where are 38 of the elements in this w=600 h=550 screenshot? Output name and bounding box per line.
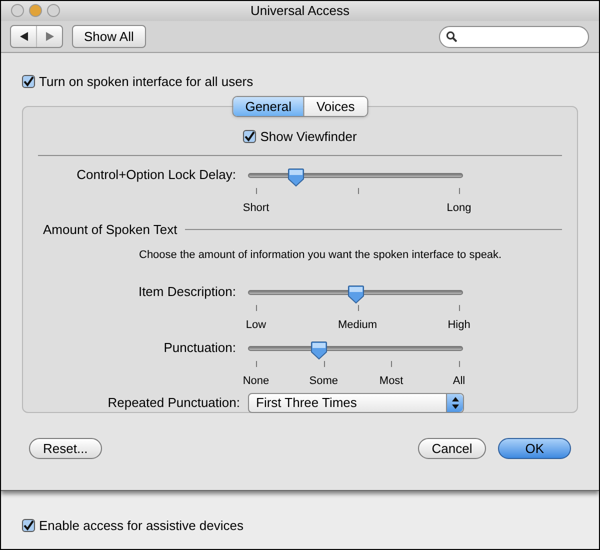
slider-tick-label: Medium xyxy=(338,318,378,333)
dialog-button[interactable]: Cancel xyxy=(418,438,486,458)
slider-tick-label: Long xyxy=(446,201,472,216)
slider-tick-label: Most xyxy=(379,374,404,389)
search-field[interactable] xyxy=(439,26,589,48)
checkbox[interactable] xyxy=(22,75,35,88)
slider-tick-label: High xyxy=(448,318,470,333)
tab[interactable]: General xyxy=(233,96,304,116)
search-icon xyxy=(446,31,457,42)
slider-thumb[interactable] xyxy=(287,168,304,186)
description-text: Choose the amount of information you want the spoken interface to speak. xyxy=(138,248,503,262)
back-forward-button[interactable] xyxy=(10,25,63,48)
popup-label: Repeated Punctuation: xyxy=(106,394,241,412)
back-arrow-icon[interactable] xyxy=(20,32,28,41)
section-title: Amount of Spoken Text xyxy=(43,221,178,239)
slider-tick-label: Short xyxy=(242,201,270,216)
forward-arrow-icon[interactable] xyxy=(46,32,54,41)
repeated-punctuation-popup[interactable]: First Three Times xyxy=(248,393,464,413)
slider-label: Control+Option Lock Delay: xyxy=(76,166,237,184)
checkbox-label: Enable access for assistive devices xyxy=(39,517,244,535)
dialog-button[interactable]: Reset... xyxy=(29,438,102,458)
tab[interactable]: Voices xyxy=(303,96,367,116)
window-title: Universal Access xyxy=(250,2,350,20)
slider-thumb[interactable] xyxy=(310,340,328,360)
slider-tick-label: Some xyxy=(309,374,338,389)
checkbox[interactable] xyxy=(243,130,256,143)
slider-label: Punctuation: xyxy=(162,339,237,358)
checkbox-label: Turn on spoken interface for all users xyxy=(39,73,254,91)
slider-thumb[interactable] xyxy=(347,284,364,304)
slider-label: Item Description: xyxy=(137,283,237,302)
dialog-button[interactable]: OK xyxy=(498,438,571,458)
slider-tick-label: All xyxy=(452,374,466,389)
up-down-arrows-icon xyxy=(452,397,458,409)
show-all-button[interactable]: Show All xyxy=(72,25,146,48)
slider-tick-label: Low xyxy=(246,318,266,333)
checkbox[interactable] xyxy=(22,519,35,532)
slider-tick-label: None xyxy=(242,374,270,389)
checkbox-label: Show Viewfinder xyxy=(260,128,357,146)
